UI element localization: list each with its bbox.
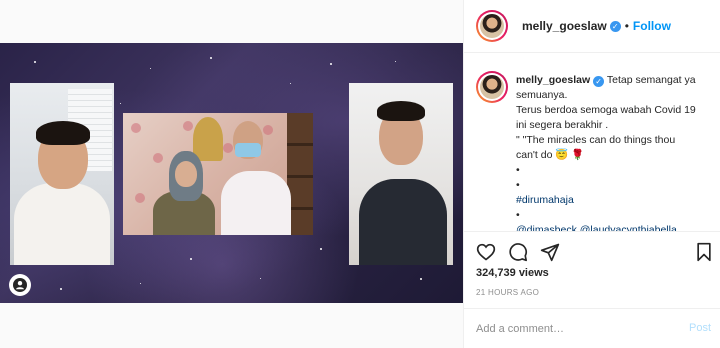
header-avatar[interactable] — [476, 10, 508, 42]
caption-line: • — [516, 179, 520, 191]
post-video[interactable] — [0, 43, 463, 303]
star — [320, 248, 322, 250]
star — [330, 63, 332, 65]
star — [34, 61, 36, 63]
star — [290, 83, 291, 84]
video-tile-right — [349, 83, 453, 265]
comment-bubble-icon[interactable] — [508, 242, 528, 262]
follow-button[interactable]: Follow — [633, 19, 671, 33]
caption-line: " "The miracles can do things thou — [516, 134, 676, 146]
comment-bar: Post — [464, 308, 720, 348]
story-ring — [476, 10, 508, 42]
view-count[interactable]: 324,739 views — [476, 267, 549, 279]
post-comment-button[interactable]: Post — [689, 322, 711, 334]
caption-line: ini segera berakhir . — [516, 119, 609, 131]
avatar — [480, 14, 504, 38]
send-icon[interactable] — [540, 242, 560, 262]
star — [150, 68, 151, 69]
post-header: melly_goeslaw ✓ • Follow — [464, 0, 720, 53]
star — [60, 288, 62, 290]
caption-username[interactable]: melly_goeslaw — [516, 74, 590, 86]
post-timestamp[interactable]: 21 HOURS AGO — [476, 288, 539, 297]
video-tile-left — [10, 83, 114, 265]
caption-line: • — [516, 164, 520, 176]
star — [395, 61, 396, 62]
wall-frame — [193, 117, 223, 161]
star — [140, 283, 141, 284]
verified-badge-icon: ✓ — [609, 20, 621, 32]
caption-line: • — [516, 209, 520, 221]
separator-dot: • — [624, 19, 629, 33]
media-top-padding — [0, 0, 463, 43]
heart-icon[interactable] — [476, 242, 496, 262]
mention-links[interactable]: @dimasbeck @laudyacynthiabella — [516, 223, 716, 231]
header-username[interactable]: melly_goeslaw — [522, 19, 607, 33]
action-bar — [464, 231, 720, 269]
caption-line: Tetap semangat ya — [606, 74, 696, 86]
bookmark-icon[interactable] — [694, 242, 714, 262]
video-tile-center — [123, 113, 313, 235]
star — [260, 278, 261, 279]
star — [190, 258, 192, 260]
avatar — [480, 75, 504, 99]
star — [420, 278, 422, 280]
star — [120, 103, 121, 104]
post-side-panel: melly_goeslaw ✓ • Follow melly_goeslaw ✓ … — [463, 0, 720, 348]
hashtag-link[interactable]: #dirumahaja — [516, 193, 716, 208]
caption-avatar[interactable] — [476, 71, 508, 103]
caption-area: melly_goeslaw ✓ Tetap semangat ya semuany… — [464, 53, 720, 231]
story-ring — [476, 71, 508, 103]
comment-input[interactable] — [476, 320, 666, 338]
star — [210, 57, 212, 59]
user-tag-icon — [13, 278, 27, 292]
tagged-users-button[interactable] — [9, 274, 31, 296]
caption-text: melly_goeslaw ✓ Tetap semangat ya semuany… — [516, 73, 716, 231]
caption-line: semuanya. — [516, 89, 568, 101]
caption-line: can't do 😇 🌹 — [516, 149, 585, 161]
caption-line: Terus berdoa semoga wabah Covid 19 — [516, 104, 696, 116]
media-bottom-padding — [0, 303, 463, 348]
verified-badge-icon: ✓ — [593, 76, 605, 87]
